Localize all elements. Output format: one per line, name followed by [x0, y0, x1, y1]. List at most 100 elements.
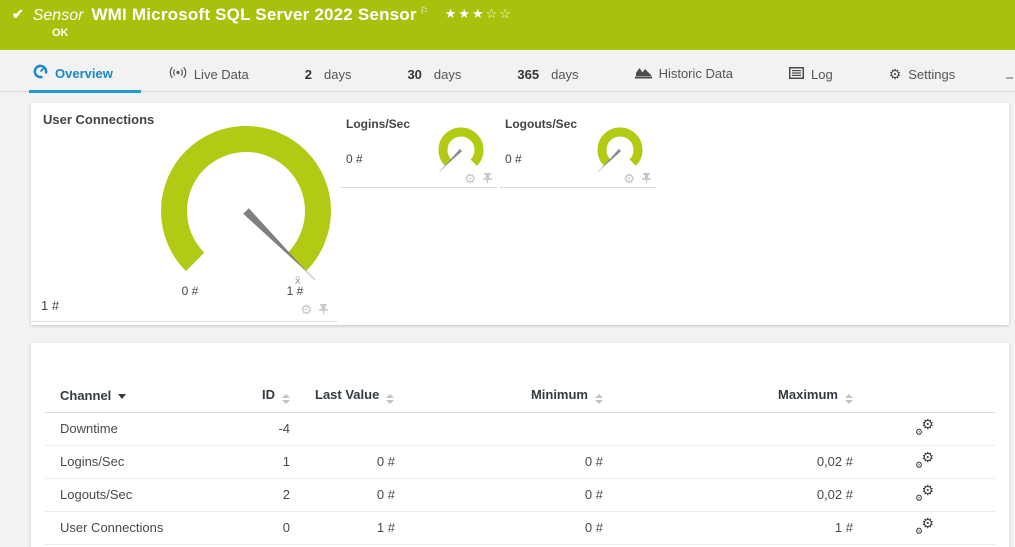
gauge-title: Logins/Sec [346, 117, 410, 131]
cell-min: 0 # [405, 511, 613, 544]
tab-number: 365 [517, 67, 539, 82]
tab-log[interactable]: Log [787, 63, 835, 91]
gauge-settings-gear-icon[interactable]: ⚙ [300, 303, 312, 316]
table-row-downtime: Downtime-4 ⚙⚙ [45, 412, 995, 445]
sort-desc-icon [118, 394, 126, 399]
tab-label: Live Data [194, 67, 249, 82]
gauge-current-value: 0 # [505, 152, 522, 166]
cell-actions: ⚙⚙ [863, 412, 995, 445]
pin-icon[interactable] [318, 304, 329, 316]
cell-max: 1 # [613, 511, 863, 544]
live-icon [169, 66, 187, 82]
priority-stars[interactable]: ★★★☆☆ [445, 6, 513, 22]
column-label: Channel [60, 388, 111, 403]
sensor-header: ✔ Sensor WMI Microsoft SQL Server 2022 S… [0, 0, 1015, 50]
sort-icon [845, 394, 853, 404]
cell-last: 0 # [290, 478, 405, 511]
column-label: Minimum [531, 387, 588, 402]
column-header-id[interactable]: ID [245, 379, 290, 412]
table-row-user-connections: User Connections01 #0 #1 #⚙⚙ [45, 511, 995, 544]
channels-table: Channel ID Last Value Minimum Maximum Downti… [45, 379, 995, 545]
tab-2-days[interactable]: 2 days [303, 63, 354, 91]
tab-label: Settings [908, 67, 955, 82]
tab-overflow-dash [1006, 77, 1013, 79]
cell-last: 0 # [290, 445, 405, 478]
tab-30-days[interactable]: 30 days [405, 63, 463, 91]
pin-icon[interactable] [482, 173, 493, 185]
gauge-current-value: 1 # [41, 298, 59, 313]
channel-settings-gears-icon[interactable]: ⚙⚙ [915, 452, 934, 469]
gauge-min-label: 0 # [168, 284, 212, 298]
ok-check-icon: ✔ [12, 6, 24, 23]
historic-icon [635, 65, 652, 82]
gauge-tile-logins-sec: Logins/Sec 0 # ⚙ [341, 110, 497, 188]
sort-icon [282, 394, 290, 404]
column-header-maximum[interactable]: Maximum [613, 379, 863, 412]
cell-channel[interactable]: Logins/Sec [45, 445, 245, 478]
column-header-minimum[interactable]: Minimum [405, 379, 613, 412]
pin-icon[interactable] [641, 173, 652, 185]
stars-filled[interactable]: ★★★ [445, 6, 486, 21]
cell-max: 0,02 # [613, 478, 863, 511]
cell-min [405, 412, 613, 445]
gauge-tile-logouts-sec: Logouts/Sec 0 # ⚙ [500, 110, 656, 188]
gauge-title: Logouts/Sec [505, 117, 577, 131]
cell-actions: ⚙⚙ [863, 445, 995, 478]
cell-channel[interactable]: Downtime [45, 412, 245, 445]
tab-bar: Overview Live Data 2 days 30 days 365 days Histo… [0, 61, 1015, 92]
cell-min: 0 # [405, 445, 613, 478]
cell-channel[interactable]: User Connections [45, 511, 245, 544]
user-connections-gauge [136, 116, 356, 308]
channel-settings-gears-icon[interactable]: ⚙⚙ [915, 518, 934, 535]
column-header-channel[interactable]: Channel [45, 379, 245, 412]
tab-label: Log [811, 67, 833, 82]
cell-actions: ⚙⚙ [863, 511, 995, 544]
tab-number: 2 [305, 67, 312, 82]
object-kind-label: Sensor [33, 7, 84, 25]
flag-icon[interactable]: ⚐ [420, 6, 429, 17]
log-icon [789, 67, 804, 82]
page-title: WMI Microsoft SQL Server 2022 Sensor [91, 5, 416, 25]
cell-id: -4 [245, 412, 290, 445]
gauge-settings-gear-icon[interactable]: ⚙ [464, 172, 476, 185]
column-label: ID [262, 387, 275, 402]
cell-last [290, 412, 405, 445]
stars-empty[interactable]: ☆☆ [486, 6, 513, 21]
cell-last: 1 # [290, 511, 405, 544]
tab-label: days [324, 67, 351, 82]
tab-live-data[interactable]: Live Data [167, 62, 251, 91]
cell-actions: ⚙⚙ [863, 478, 995, 511]
channel-settings-gears-icon[interactable]: ⚙⚙ [915, 485, 934, 502]
column-header-actions [863, 379, 995, 412]
cell-min: 0 # [405, 478, 613, 511]
column-header-last-value[interactable]: Last Value [290, 379, 405, 412]
table-header-row: Channel ID Last Value Minimum Maximum [45, 379, 995, 412]
tab-365-days[interactable]: 365 days [515, 63, 580, 91]
gauge-current-value: 0 # [346, 152, 363, 166]
channels-panel: Channel ID Last Value Minimum Maximum Downti… [31, 343, 1009, 547]
channel-settings-gears-icon[interactable]: ⚙⚙ [915, 419, 934, 436]
tab-label: Historic Data [659, 66, 733, 81]
column-label: Maximum [778, 387, 838, 402]
cell-id: 0 [245, 511, 290, 544]
tab-settings[interactable]: ⚙ Settings [887, 63, 958, 91]
gauge-settings-gear-icon[interactable]: ⚙ [623, 172, 635, 185]
gauge-tile-user-connections: User Connections 0 # 1 # x̄ 1 # ⚙ [31, 103, 337, 322]
tab-label: days [434, 67, 461, 82]
gauge-icon [33, 64, 48, 82]
table-row-logins-sec: Logins/Sec10 #0 #0,02 #⚙⚙ [45, 445, 995, 478]
tab-overview[interactable]: Overview [31, 60, 115, 91]
tab-label: days [551, 67, 578, 82]
cell-max [613, 412, 863, 445]
tab-label: Overview [55, 66, 113, 81]
cell-id: 2 [245, 478, 290, 511]
gauges-panel: User Connections 0 # 1 # x̄ 1 # ⚙ Logins… [31, 103, 1009, 325]
cell-id: 1 [245, 445, 290, 478]
table-body: Downtime-4⚙⚙Logins/Sec10 #0 #0,02 #⚙⚙Log… [45, 412, 995, 544]
tab-historic-data[interactable]: Historic Data [633, 61, 735, 91]
gauge-average-marker: x̄ [295, 275, 301, 287]
tab-number: 30 [407, 67, 421, 82]
cell-max: 0,02 # [613, 445, 863, 478]
cell-channel[interactable]: Logouts/Sec [45, 478, 245, 511]
gear-icon: ⚙ [889, 67, 902, 82]
